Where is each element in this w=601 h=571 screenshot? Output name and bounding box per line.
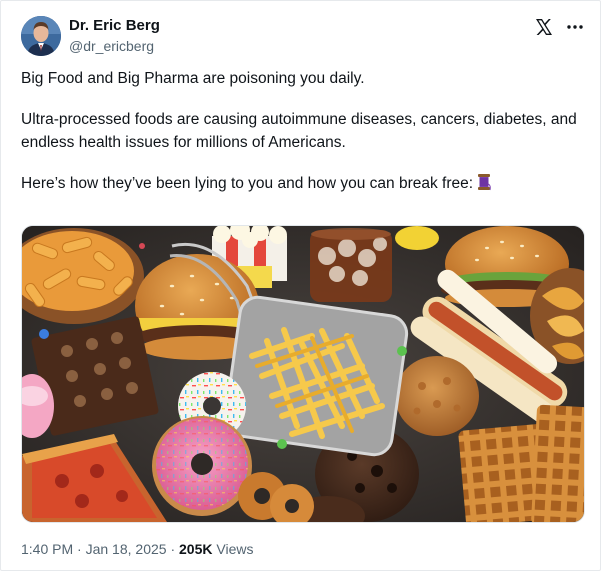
meta-separator: · [77,541,82,557]
tweet-card: Dr. Eric Berg @dr_ericberg Big Food and … [0,0,601,571]
views-label: Views [216,541,254,557]
tweet-paragraph-1: Big Food and Big Pharma are poisoning yo… [21,70,365,87]
tweet-paragraph-2: Ultra-processed foods are causing autoim… [21,111,577,151]
tweet-time: 1:40 PM [21,541,74,557]
author-handle[interactable]: @dr_ericberg [69,37,160,55]
x-logo-icon[interactable] [534,17,554,37]
tweet-meta: 1:40 PM · Jan 18, 2025 · 205K Views [21,540,253,558]
tweet-date: Jan 18, 2025 [85,541,167,557]
profile-photo-icon [21,16,61,56]
thread-spool-emoji-icon [476,173,492,191]
junk-food-photo [22,226,584,522]
more-options-icon[interactable] [566,19,584,35]
meta-separator: · [170,541,176,557]
tweet-media-image[interactable] [21,225,585,523]
views-count: 205K [179,541,213,557]
tweet-header: Dr. Eric Berg @dr_ericberg [21,14,584,58]
avatar[interactable] [21,16,61,56]
author-display-name[interactable]: Dr. Eric Berg [69,17,160,35]
tweet-text: Big Food and Big Pharma are poisoning yo… [21,67,586,195]
tweet-timestamp[interactable]: 1:40 PM · Jan 18, 2025 [21,541,167,557]
tweet-paragraph-3-wrapper: Here’s how they’ve been lying to you and… [21,172,586,195]
tweet-paragraph-3: Here’s how they’ve been lying to you and… [21,175,474,192]
author-names: Dr. Eric Berg @dr_ericberg [69,17,160,55]
